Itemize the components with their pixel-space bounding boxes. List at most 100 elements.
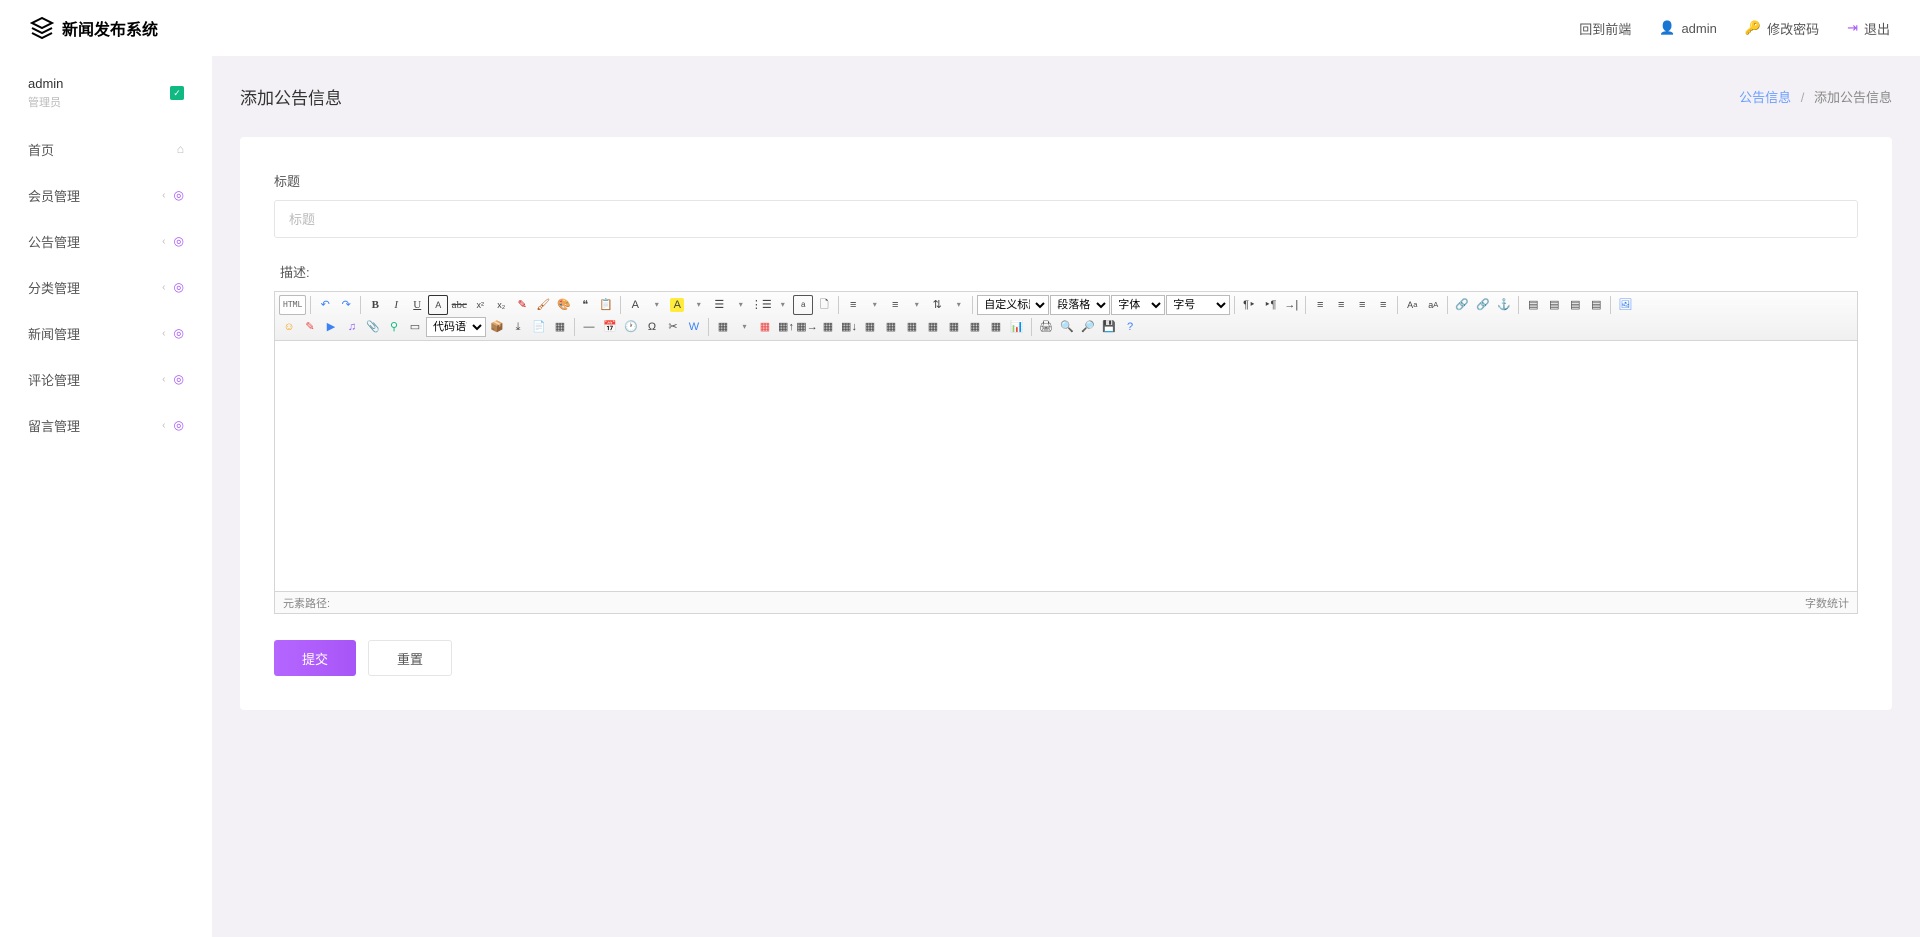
image-right-button[interactable]: ▤ xyxy=(1544,295,1564,315)
underline-button[interactable]: U xyxy=(407,295,427,315)
forecolor-dropdown[interactable] xyxy=(646,295,666,315)
sidebar-item-4[interactable]: 新闻管理‹◎ xyxy=(0,310,212,356)
insert-row-button[interactable]: ▦→ xyxy=(797,317,817,337)
superscript-button[interactable]: x² xyxy=(470,295,490,315)
custom-style-select[interactable]: 自定义标题 xyxy=(977,295,1049,315)
sidebar-item-2[interactable]: 公告管理‹◎ xyxy=(0,218,212,264)
align-center-button[interactable]: ≡ xyxy=(1331,295,1351,315)
sidebar-item-3[interactable]: 分类管理‹◎ xyxy=(0,264,212,310)
align-justify-button[interactable]: ≡ xyxy=(1373,295,1393,315)
drafts-button[interactable]: 💾 xyxy=(1099,317,1119,337)
time-button[interactable]: 🕐 xyxy=(621,317,641,337)
undo-button[interactable]: ↶ xyxy=(315,295,335,315)
gmap-button[interactable]: ⚲ xyxy=(384,317,404,337)
ordered-list-dropdown[interactable] xyxy=(730,295,750,315)
bold-button[interactable]: B xyxy=(365,295,385,315)
rowspacing-top-dropdown[interactable] xyxy=(864,295,884,315)
clear-format-button[interactable]: ✎ xyxy=(512,295,532,315)
link-button[interactable]: 🔗 xyxy=(1452,295,1472,315)
split-cols-button[interactable]: ▦ xyxy=(986,317,1006,337)
image-left-button[interactable]: ▤ xyxy=(1523,295,1543,315)
preview-button[interactable]: 🔍 xyxy=(1057,317,1077,337)
print-button[interactable]: 🖨 xyxy=(1036,317,1056,337)
delete-table-button[interactable]: ▦ xyxy=(755,317,775,337)
insert-col-button[interactable]: ▦↓ xyxy=(839,317,859,337)
attachment-button[interactable]: 📎 xyxy=(363,317,383,337)
subscript-button[interactable]: x₂ xyxy=(491,295,511,315)
paragraph-format-select[interactable]: 段落格式 xyxy=(1050,295,1110,315)
split-cells-button[interactable]: ▦ xyxy=(944,317,964,337)
backcolor-button[interactable]: A xyxy=(670,298,684,312)
music-button[interactable]: ♫ xyxy=(342,317,362,337)
title-input[interactable] xyxy=(274,200,1858,238)
insertframe-button[interactable]: ▭ xyxy=(405,317,425,337)
merge-down-button[interactable]: ▦ xyxy=(923,317,943,337)
merge-cells-button[interactable]: ▦ xyxy=(881,317,901,337)
font-family-select[interactable]: 字体 xyxy=(1111,295,1165,315)
charts-button[interactable]: 📊 xyxy=(1007,317,1027,337)
sidebar-item-1[interactable]: 会员管理‹◎ xyxy=(0,172,212,218)
snapscreen-button[interactable]: ✂ xyxy=(663,317,683,337)
editor-content-area[interactable] xyxy=(275,341,1857,591)
selectall-button[interactable]: a xyxy=(793,295,813,315)
emoticon-button[interactable]: ☺ xyxy=(279,317,299,337)
merge-right-button[interactable]: ▦ xyxy=(902,317,922,337)
user-link[interactable]: 👤 admin xyxy=(1659,20,1717,36)
pagebreak-button[interactable]: ⤓ xyxy=(508,317,528,337)
insert-video-button[interactable]: ▶ xyxy=(321,317,341,337)
lineheight-button[interactable]: ⇅ xyxy=(927,295,947,315)
back-to-frontend-link[interactable]: 回到前端 xyxy=(1579,19,1631,38)
unlink-button[interactable]: 🔗 xyxy=(1473,295,1493,315)
format-match-button[interactable]: 🖌 xyxy=(533,295,553,315)
italic-button[interactable]: I xyxy=(386,295,406,315)
unordered-list-button[interactable]: ⋮☰ xyxy=(751,295,771,315)
code-language-select[interactable]: 代码语言 xyxy=(426,317,486,337)
logo[interactable]: 新闻发布系统 xyxy=(30,16,158,40)
lineheight-dropdown[interactable] xyxy=(948,295,968,315)
redo-button[interactable]: ↷ xyxy=(336,295,356,315)
insert-table-dropdown[interactable] xyxy=(734,317,754,337)
rowspacing-bottom-button[interactable]: ≡ xyxy=(885,295,905,315)
sidebar-item-0[interactable]: 首页⌂ xyxy=(0,126,212,172)
indent-button[interactable]: →| xyxy=(1281,295,1301,315)
align-right-button[interactable]: ≡ xyxy=(1352,295,1372,315)
searchreplace-button[interactable]: 🔎 xyxy=(1078,317,1098,337)
background-button[interactable]: ▦ xyxy=(550,317,570,337)
pasteplain-button[interactable]: 📋 xyxy=(596,295,616,315)
strikethrough-button[interactable]: abc xyxy=(449,295,469,315)
source-html-button[interactable]: HTML xyxy=(279,295,306,315)
word-count-label[interactable]: 字数统计 xyxy=(1805,595,1849,611)
sidebar-item-6[interactable]: 留言管理‹◎ xyxy=(0,402,212,448)
blockquote-button[interactable]: ❝ xyxy=(575,295,595,315)
rowspacing-bottom-dropdown[interactable] xyxy=(906,295,926,315)
help-button[interactable]: ? xyxy=(1120,317,1140,337)
insert-para-before-table-button[interactable]: ▦↑ xyxy=(776,317,796,337)
ordered-list-button[interactable]: ☰ xyxy=(709,295,729,315)
unordered-list-dropdown[interactable] xyxy=(772,295,792,315)
delete-row-button[interactable]: ▦ xyxy=(818,317,838,337)
image-center-button[interactable]: ▤ xyxy=(1565,295,1585,315)
sidebar-item-5[interactable]: 评论管理‹◎ xyxy=(0,356,212,402)
split-rows-button[interactable]: ▦ xyxy=(965,317,985,337)
rowspacing-top-button[interactable]: ≡ xyxy=(843,295,863,315)
breadcrumb-link[interactable]: 公告信息 xyxy=(1739,90,1791,105)
forecolor-button[interactable]: A xyxy=(625,295,645,315)
ltr-button[interactable]: ¶‣ xyxy=(1239,295,1259,315)
wordimage-button[interactable]: W xyxy=(684,317,704,337)
spechars-button[interactable]: Ω xyxy=(642,317,662,337)
webapp-button[interactable]: 📦 xyxy=(487,317,507,337)
template-button[interactable]: 📄 xyxy=(529,317,549,337)
rtl-button[interactable]: ‣¶ xyxy=(1260,295,1280,315)
horizontal-rule-button[interactable]: — xyxy=(579,317,599,337)
anchor-button[interactable]: ⚓ xyxy=(1494,295,1514,315)
autotypeset-button[interactable]: 🎨 xyxy=(554,295,574,315)
font-size-select[interactable]: 字号 xyxy=(1166,295,1230,315)
date-button[interactable]: 📅 xyxy=(600,317,620,337)
insert-image-button[interactable]: 🖼 xyxy=(1615,295,1635,315)
backcolor-dropdown[interactable] xyxy=(688,295,708,315)
submit-button[interactable]: 提交 xyxy=(274,640,356,676)
delete-col-button[interactable]: ▦ xyxy=(860,317,880,337)
reset-button[interactable]: 重置 xyxy=(368,640,452,676)
align-left-button[interactable]: ≡ xyxy=(1310,295,1330,315)
cleardoc-button[interactable]: 🗋 xyxy=(814,295,834,315)
